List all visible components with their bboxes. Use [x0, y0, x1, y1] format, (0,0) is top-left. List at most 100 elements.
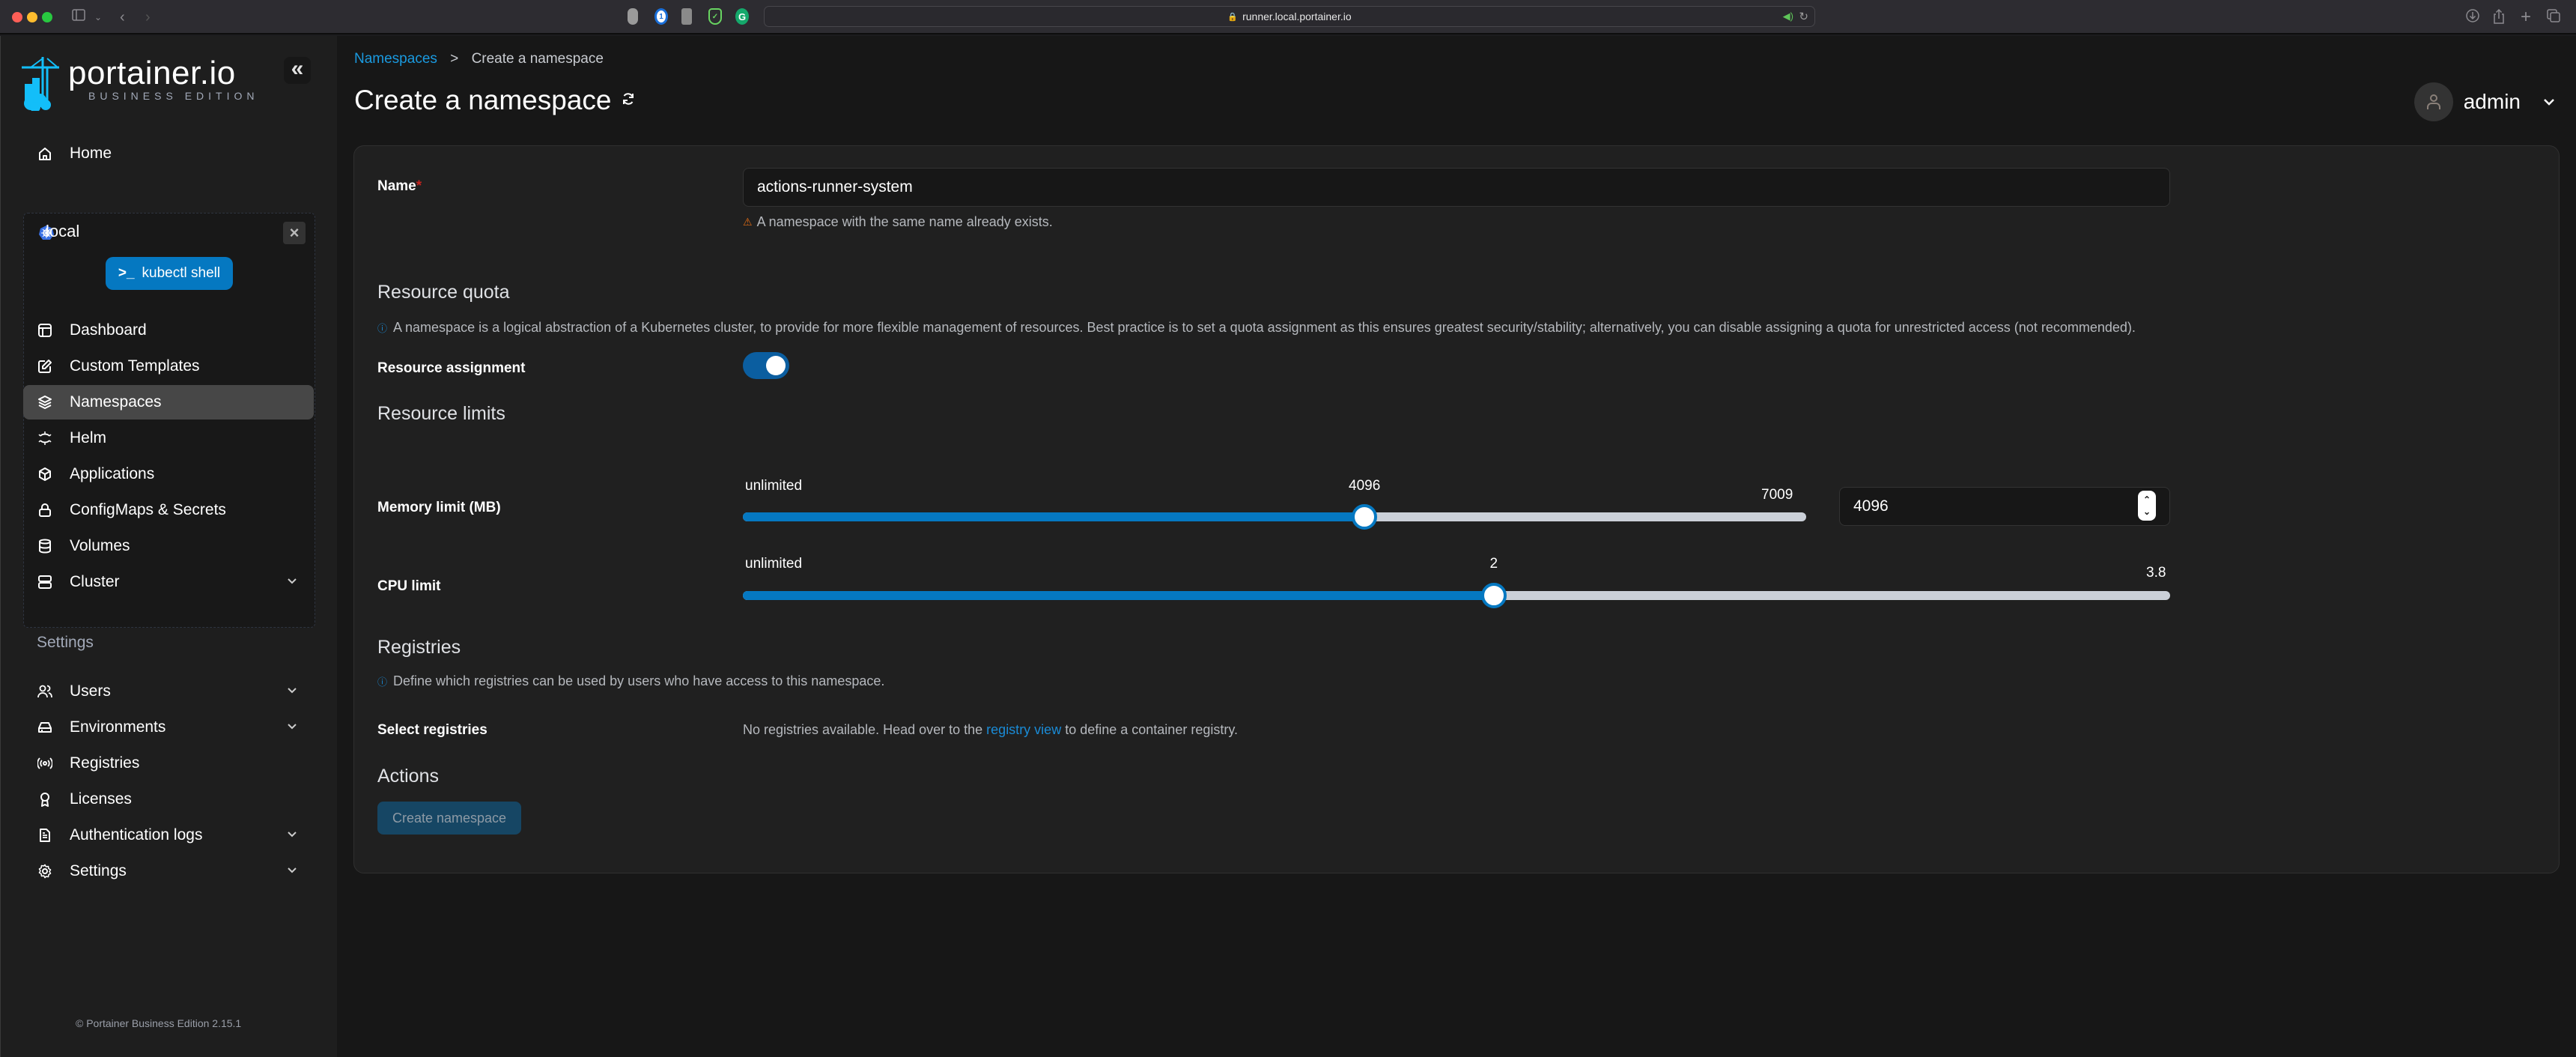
sidebar-item-label: Custom Templates [70, 357, 200, 375]
no-registries-message: No registries available. Head over to th… [743, 722, 1238, 738]
share-icon[interactable] [2492, 8, 2506, 29]
page-title-text: Create a namespace [354, 85, 612, 115]
memory-slider-fill [743, 512, 1364, 521]
sidebar-item-authentication-logs[interactable]: Authentication logs [23, 818, 314, 852]
breadcrumb-current: Create a namespace [471, 51, 604, 67]
name-label: Name* [377, 178, 422, 195]
sidebar-item-label: Namespaces [70, 393, 162, 411]
cpu-max-label: 3.8 [2146, 565, 2166, 581]
terminal-icon: >_ [118, 265, 135, 281]
memory-slider-handle[interactable] [1352, 504, 1377, 530]
minimize-window-button[interactable] [27, 12, 37, 22]
sidebar-item-label: Helm [70, 429, 107, 446]
create-namespace-form [353, 145, 2560, 873]
tab-overview-icon[interactable] [2546, 8, 2561, 28]
tampermonkey-icon[interactable] [681, 8, 692, 25]
address-bar[interactable]: 🔒 runner.local.portainer.io ◀) ↻ [764, 6, 1815, 27]
sidebar: portainer.io BUSINESS EDITION « Home loc… [0, 36, 337, 1057]
chevron-down-icon[interactable] [285, 827, 299, 841]
adguard-icon[interactable]: ✓ [708, 8, 722, 25]
hard-drive-icon [37, 719, 53, 736]
chevron-down-icon[interactable]: ⌄ [94, 8, 102, 26]
sidebar-item-environments[interactable]: Environments [23, 710, 314, 745]
sidebar-item-label: ConfigMaps & Secrets [70, 501, 226, 518]
sidebar-item-cluster[interactable]: Cluster [23, 565, 314, 599]
chevron-down-icon[interactable] [285, 719, 299, 733]
info-icon: ⓘ [377, 323, 388, 334]
sidebar-item-namespaces[interactable]: Namespaces [23, 385, 314, 420]
sidebar-item-applications[interactable]: Applications [23, 457, 314, 491]
select-registries-label: Select registries [377, 722, 487, 738]
stepper-down-icon[interactable]: ⌄ [2143, 506, 2151, 518]
cpu-min-label: unlimited [745, 556, 803, 572]
file-text-icon [37, 827, 53, 844]
resource-quota-hint-text: A namespace is a logical abstraction of … [393, 320, 2136, 335]
chevron-down-icon[interactable] [2542, 94, 2557, 109]
collapse-sidebar-button[interactable]: « [284, 57, 311, 84]
breadcrumb-namespaces-link[interactable]: Namespaces [354, 51, 437, 67]
url-text: runner.local.portainer.io [1242, 10, 1352, 22]
logo-edition: BUSINESS EDITION [88, 90, 259, 102]
resource-quota-hint: ⓘ A namespace is a logical abstraction o… [377, 320, 2136, 336]
award-icon [37, 791, 53, 808]
settings-section-heading: Settings [37, 634, 94, 651]
page-title: Create a namespace [354, 85, 635, 116]
sidebar-item-label: Volumes [70, 537, 130, 554]
name-input[interactable]: actions-runner-system [743, 168, 2170, 207]
sidebar-item-settings[interactable]: Settings [23, 854, 314, 888]
resource-assignment-toggle[interactable] [743, 352, 789, 379]
helm-icon [37, 430, 53, 446]
database-icon [37, 538, 53, 554]
new-tab-icon[interactable]: + [2521, 8, 2531, 26]
1password-icon[interactable]: 1 [654, 8, 668, 25]
sidebar-item-licenses[interactable]: Licenses [23, 782, 314, 817]
user-menu[interactable]: admin [2414, 82, 2557, 121]
sidebar-item-home[interactable]: Home [23, 136, 314, 171]
reload-icon[interactable]: ↻ [1799, 10, 1808, 23]
registry-view-link[interactable]: registry view [986, 722, 1061, 737]
chevron-down-icon[interactable] [285, 574, 299, 587]
refresh-icon[interactable] [622, 91, 635, 110]
grammarly-icon[interactable]: G [735, 8, 749, 25]
name-label-text: Name [377, 178, 416, 194]
create-namespace-button[interactable]: Create namespace [377, 802, 521, 835]
actions-title: Actions [377, 766, 439, 787]
layers-icon [37, 394, 53, 411]
back-icon[interactable]: ‹ [120, 8, 125, 26]
stepper-up-icon[interactable]: ⌃ [2143, 494, 2151, 506]
sidebar-item-dashboard[interactable]: Dashboard [23, 313, 314, 348]
downloads-icon[interactable] [2465, 8, 2480, 28]
breadcrumb: Namespaces > Create a namespace [354, 51, 604, 67]
chevron-down-icon[interactable] [285, 683, 299, 697]
resource-limits-title: Resource limits [377, 403, 505, 424]
sidebar-item-label: Home [70, 145, 112, 162]
memory-limit-input[interactable]: 4096 ⌃ ⌄ [1839, 487, 2170, 526]
name-warning-text: A namespace with the same name already e… [756, 214, 1053, 229]
box-icon [37, 466, 53, 482]
forward-icon[interactable]: › [145, 8, 151, 26]
maximize-window-button[interactable] [42, 12, 52, 22]
cpu-slider-handle[interactable] [1481, 583, 1507, 608]
sidebar-item-volumes[interactable]: Volumes [23, 529, 314, 563]
sidebar-item-users[interactable]: Users [23, 674, 314, 709]
portainer-logo[interactable]: portainer.io BUSINESS EDITION [22, 57, 259, 112]
sidebar-item-configmaps-secrets[interactable]: ConfigMaps & Secrets [23, 493, 314, 527]
close-environment-button[interactable]: × [283, 222, 306, 244]
chevron-down-icon[interactable] [285, 863, 299, 876]
memory-input-value: 4096 [1853, 497, 1889, 515]
sidebar-item-custom-templates[interactable]: Custom Templates [23, 349, 314, 384]
kubectl-shell-button[interactable]: >_ kubectl shell [106, 257, 233, 290]
memory-slider[interactable] [743, 504, 1806, 530]
number-stepper[interactable]: ⌃ ⌄ [2138, 491, 2156, 521]
cpu-slider[interactable] [743, 583, 2170, 608]
audio-playing-icon[interactable]: ◀) [1783, 10, 1793, 22]
privacy-shield-icon[interactable] [628, 8, 638, 25]
sidebar-toggle-icon[interactable] [72, 8, 85, 26]
close-window-button[interactable] [12, 12, 22, 22]
lock-icon: 🔒 [1227, 12, 1239, 22]
sidebar-item-helm[interactable]: Helm [23, 421, 314, 455]
dashboard-icon [37, 322, 53, 339]
resource-assignment-label: Resource assignment [377, 360, 526, 376]
sidebar-item-label: Registries [70, 754, 140, 772]
sidebar-item-registries[interactable]: Registries [23, 746, 314, 781]
